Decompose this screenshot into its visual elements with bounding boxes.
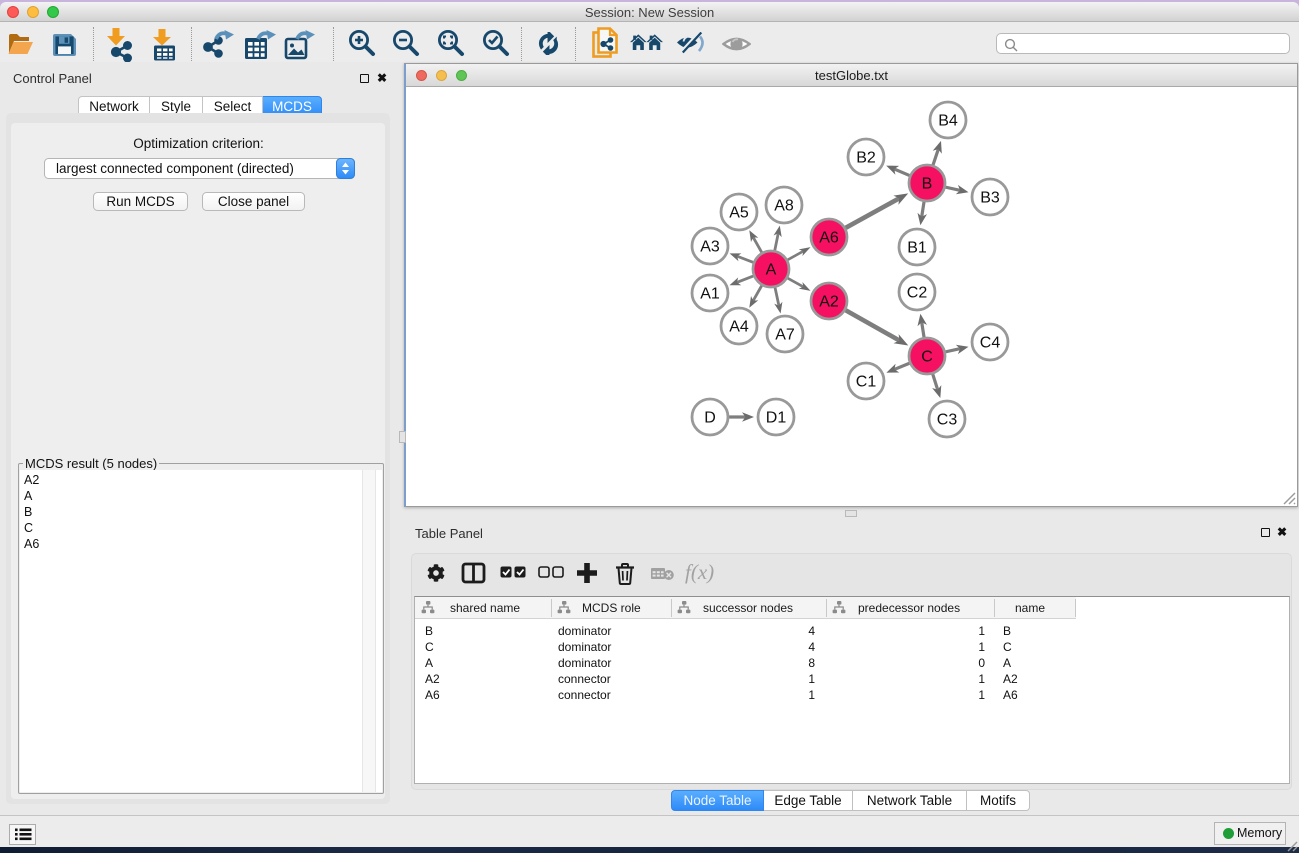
- svg-text:A6: A6: [819, 230, 839, 247]
- svg-text:C3: C3: [937, 412, 958, 429]
- svg-text:C: C: [921, 349, 933, 366]
- svg-text:A2: A2: [819, 294, 839, 311]
- svg-text:A: A: [766, 262, 777, 279]
- svg-text:B3: B3: [980, 190, 1000, 207]
- svg-text:D: D: [704, 410, 716, 427]
- svg-text:B: B: [922, 176, 933, 193]
- svg-text:A4: A4: [729, 319, 749, 336]
- svg-text:A8: A8: [774, 198, 794, 215]
- svg-text:A7: A7: [775, 327, 795, 344]
- svg-text:B1: B1: [907, 240, 927, 257]
- svg-text:A5: A5: [729, 205, 749, 222]
- svg-text:C4: C4: [980, 335, 1001, 352]
- svg-text:C2: C2: [907, 285, 928, 302]
- svg-text:D1: D1: [766, 410, 787, 427]
- svg-text:B4: B4: [938, 113, 958, 130]
- svg-text:B2: B2: [856, 150, 876, 167]
- svg-text:A1: A1: [700, 286, 720, 303]
- svg-text:C1: C1: [856, 374, 877, 391]
- svg-text:A3: A3: [700, 239, 720, 256]
